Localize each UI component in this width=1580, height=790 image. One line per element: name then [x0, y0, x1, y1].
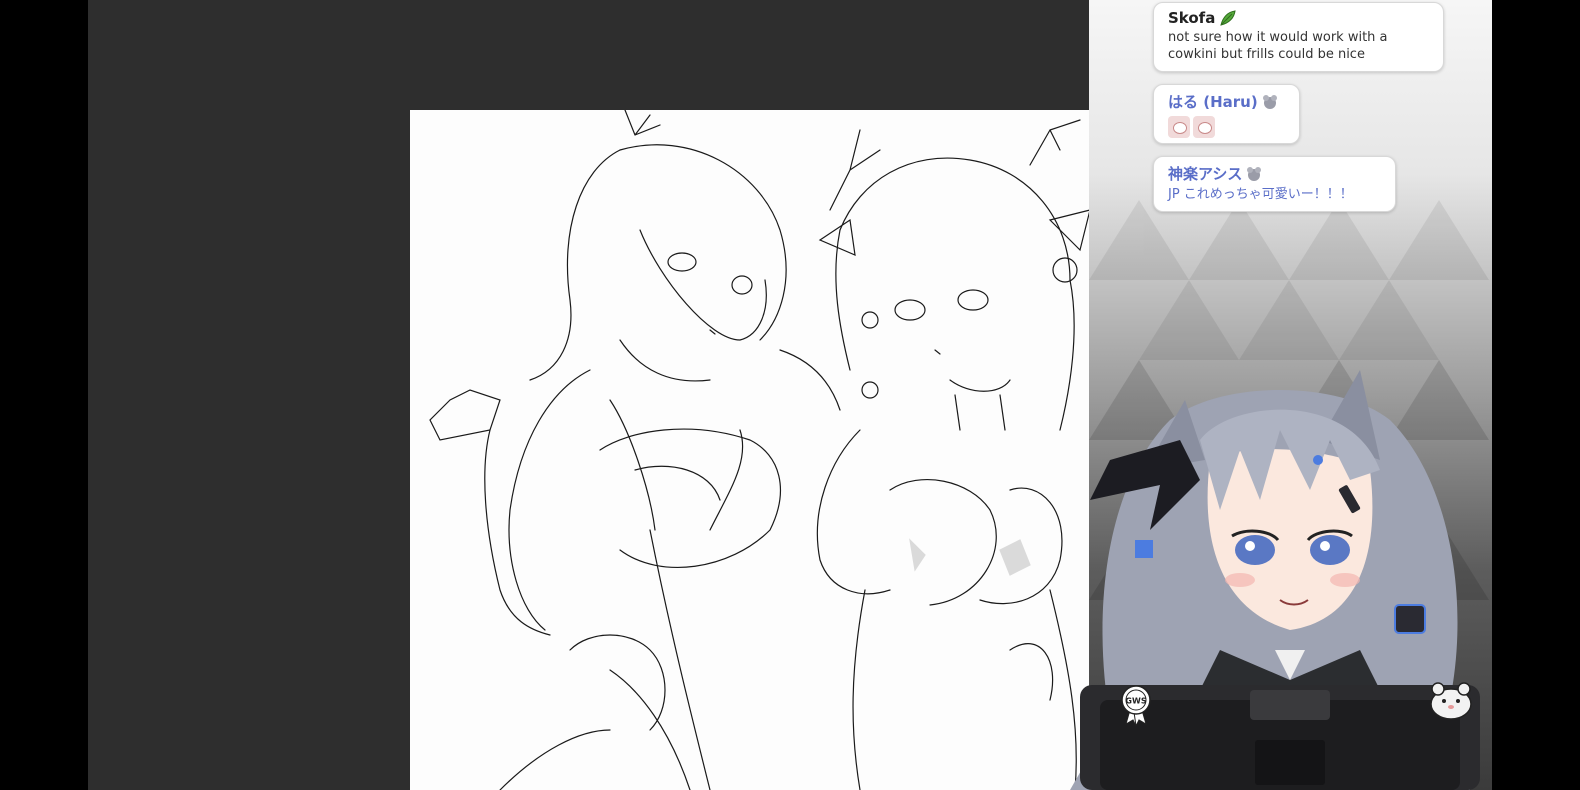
chat-text: not sure how it would work with a cowkin… — [1168, 30, 1388, 62]
haru-emote-icon — [1168, 116, 1190, 138]
mouse-badge-icon — [1247, 166, 1262, 181]
haru-emote-icon — [1193, 116, 1215, 138]
sketch-lineart — [429, 110, 1091, 790]
leaf-icon — [1220, 10, 1236, 26]
drawing-canvas[interactable] — [410, 110, 1101, 790]
chat-message: はる (Haru) — [1153, 84, 1300, 144]
vtuber-avatar — [1070, 370, 1480, 790]
drawing-workspace — [88, 0, 1101, 790]
chat-text: JP これめっちゃ可愛いー！！！ — [1168, 187, 1353, 202]
gws-badge: GWS — [1120, 684, 1152, 728]
gws-badge-label: GWS — [1125, 697, 1146, 706]
chat-author: 神楽アシス — [1168, 165, 1243, 183]
chat-author: Skofa — [1168, 9, 1216, 27]
letterbox-left — [0, 0, 88, 790]
mouse-badge-icon — [1262, 94, 1277, 109]
chat-message: Skofa not sure how it would work with a … — [1153, 2, 1444, 72]
letterbox-right — [1492, 0, 1580, 790]
mascot-icon — [1428, 680, 1474, 720]
chat-author: はる (Haru) — [1168, 93, 1258, 111]
chat-message: 神楽アシス JP これめっちゃ可愛いー！！！ — [1153, 156, 1396, 212]
